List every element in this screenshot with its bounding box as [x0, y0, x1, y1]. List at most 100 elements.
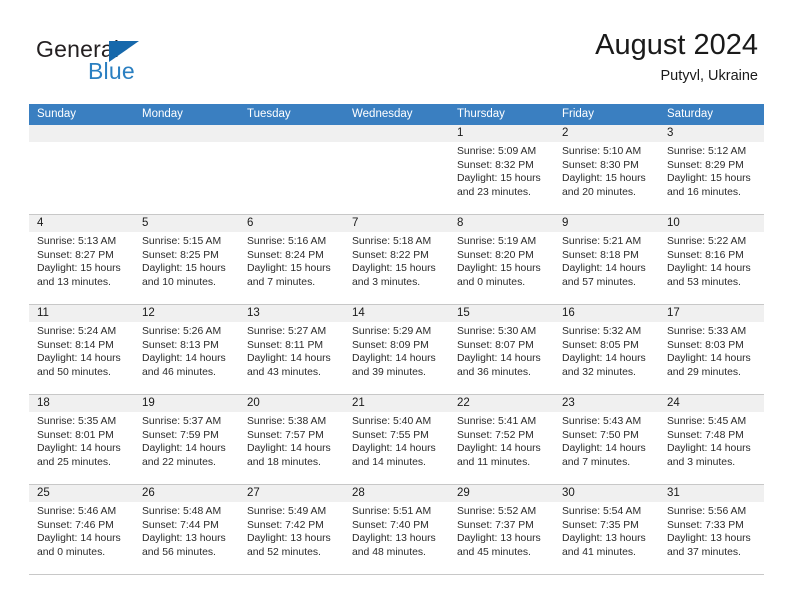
day-detail-line: Sunrise: 5:40 AM: [352, 416, 432, 427]
day-cell-30[interactable]: 30 Sunrise: 5:54 AM Sunset: 7:35 PM Dayligh…: [554, 485, 659, 574]
day-details: Sunrise: 5:09 AM Sunset: 8:32 PM Daylight:…: [449, 142, 554, 199]
day-number: 15: [449, 305, 554, 322]
day-cell-17[interactable]: 17 Sunrise: 5:33 AM Sunset: 8:03 PM Dayligh…: [659, 305, 764, 394]
weekday-header-row: Sunday Monday Tuesday Wednesday Thursday Frid…: [29, 104, 764, 125]
day-detail-line: Sunrise: 5:46 AM: [37, 506, 117, 517]
day-cell-6[interactable]: 6 Sunrise: 5:16 AM Sunset: 8:24 PM Daylight…: [239, 215, 344, 304]
day-cell-31[interactable]: 31 Sunrise: 5:56 AM Sunset: 7:33 PM Dayligh…: [659, 485, 764, 574]
day-detail-line: Daylight: 14 hours: [37, 443, 121, 455]
day-detail-line: Sunset: 8:03 PM: [667, 339, 744, 351]
day-cell-25[interactable]: 25 Sunrise: 5:46 AM Sunset: 7:46 PM Dayligh…: [29, 485, 134, 574]
weekday-header-saturday: Saturday: [667, 108, 714, 120]
day-cell-13[interactable]: 13 Sunrise: 5:27 AM Sunset: 8:11 PM Dayligh…: [239, 305, 344, 394]
day-detail-line: Daylight: 13 hours: [247, 533, 331, 545]
day-details: Sunrise: 5:29 AM Sunset: 8:09 PM Daylight:…: [344, 322, 449, 379]
day-number: 10: [659, 215, 764, 232]
day-detail-line: Daylight: 14 hours: [457, 353, 541, 365]
day-detail-line: and 50 minutes.: [37, 366, 111, 378]
day-cell-20[interactable]: 20 Sunrise: 5:38 AM Sunset: 7:57 PM Dayligh…: [239, 395, 344, 484]
day-detail-line: Sunrise: 5:54 AM: [562, 506, 642, 517]
day-detail-line: Sunset: 7:42 PM: [247, 519, 324, 531]
day-details: Sunrise: 5:41 AM Sunset: 7:52 PM Daylight:…: [449, 412, 554, 469]
page-title: August 2024: [595, 29, 758, 61]
day-detail-line: and 37 minutes.: [667, 546, 741, 558]
day-cell-19[interactable]: 19 Sunrise: 5:37 AM Sunset: 7:59 PM Dayligh…: [134, 395, 239, 484]
day-detail-line: Daylight: 15 hours: [457, 263, 541, 275]
day-detail-line: Sunrise: 5:33 AM: [667, 326, 747, 337]
day-detail-line: Sunset: 7:44 PM: [142, 519, 219, 531]
day-cell-29[interactable]: 29 Sunrise: 5:52 AM Sunset: 7:37 PM Dayligh…: [449, 485, 554, 574]
day-detail-line: Daylight: 14 hours: [247, 443, 331, 455]
day-detail-line: Sunset: 8:01 PM: [37, 429, 114, 441]
day-detail-line: Sunset: 8:11 PM: [247, 339, 324, 351]
day-cell-4[interactable]: 4 Sunrise: 5:13 AM Sunset: 8:27 PM Daylight…: [29, 215, 134, 304]
day-detail-line: and 48 minutes.: [352, 546, 426, 558]
calendar-week-row: 1 Sunrise: 5:09 AM Sunset: 8:32 PM Daylight…: [29, 125, 764, 215]
day-number: 23: [554, 395, 659, 412]
day-detail-line: and 53 minutes.: [667, 276, 741, 288]
day-number: 16: [554, 305, 659, 322]
day-cell-14[interactable]: 14 Sunrise: 5:29 AM Sunset: 8:09 PM Dayligh…: [344, 305, 449, 394]
day-detail-line: Daylight: 15 hours: [457, 173, 541, 185]
day-cell-empty: [29, 125, 134, 214]
day-number: 7: [344, 215, 449, 232]
day-detail-line: and 57 minutes.: [562, 276, 636, 288]
day-cell-26[interactable]: 26 Sunrise: 5:48 AM Sunset: 7:44 PM Dayligh…: [134, 485, 239, 574]
day-details: Sunrise: 5:51 AM Sunset: 7:40 PM Daylight:…: [344, 502, 449, 559]
day-detail-line: Sunset: 8:27 PM: [37, 249, 114, 261]
day-detail-line: Daylight: 14 hours: [247, 353, 331, 365]
day-detail-line: Sunset: 8:07 PM: [457, 339, 534, 351]
calendar-week-row: 4 Sunrise: 5:13 AM Sunset: 8:27 PM Daylight…: [29, 215, 764, 305]
day-detail-line: Sunrise: 5:35 AM: [37, 416, 117, 427]
day-details: Sunrise: 5:40 AM Sunset: 7:55 PM Daylight:…: [344, 412, 449, 469]
day-details: Sunrise: 5:35 AM Sunset: 8:01 PM Daylight:…: [29, 412, 134, 469]
day-detail-line: and 18 minutes.: [247, 456, 321, 468]
day-cell-empty: [344, 125, 449, 214]
day-detail-line: Daylight: 14 hours: [352, 353, 436, 365]
day-number: 12: [134, 305, 239, 322]
day-cell-18[interactable]: 18 Sunrise: 5:35 AM Sunset: 8:01 PM Dayligh…: [29, 395, 134, 484]
day-detail-line: Sunrise: 5:37 AM: [142, 416, 222, 427]
day-cell-28[interactable]: 28 Sunrise: 5:51 AM Sunset: 7:40 PM Dayligh…: [344, 485, 449, 574]
day-detail-line: Sunrise: 5:26 AM: [142, 326, 222, 337]
day-cell-24[interactable]: 24 Sunrise: 5:45 AM Sunset: 7:48 PM Dayligh…: [659, 395, 764, 484]
day-cell-27[interactable]: 27 Sunrise: 5:49 AM Sunset: 7:42 PM Dayligh…: [239, 485, 344, 574]
day-detail-line: Sunset: 8:05 PM: [562, 339, 639, 351]
day-number: 29: [449, 485, 554, 502]
day-detail-line: Daylight: 15 hours: [247, 263, 331, 275]
day-cell-16[interactable]: 16 Sunrise: 5:32 AM Sunset: 8:05 PM Dayligh…: [554, 305, 659, 394]
day-cell-23[interactable]: 23 Sunrise: 5:43 AM Sunset: 7:50 PM Dayligh…: [554, 395, 659, 484]
day-detail-line: Sunset: 7:33 PM: [667, 519, 744, 531]
day-details: [29, 142, 134, 145]
day-cell-5[interactable]: 5 Sunrise: 5:15 AM Sunset: 8:25 PM Daylight…: [134, 215, 239, 304]
day-number: 14: [344, 305, 449, 322]
day-cell-22[interactable]: 22 Sunrise: 5:41 AM Sunset: 7:52 PM Dayligh…: [449, 395, 554, 484]
day-cell-9[interactable]: 9 Sunrise: 5:21 AM Sunset: 8:18 PM Daylight…: [554, 215, 659, 304]
day-detail-line: Sunrise: 5:30 AM: [457, 326, 537, 337]
day-detail-line: and 7 minutes.: [562, 456, 631, 468]
day-details: Sunrise: 5:49 AM Sunset: 7:42 PM Daylight:…: [239, 502, 344, 559]
day-number: 21: [344, 395, 449, 412]
day-detail-line: Sunset: 7:50 PM: [562, 429, 639, 441]
day-cell-21[interactable]: 21 Sunrise: 5:40 AM Sunset: 7:55 PM Dayligh…: [344, 395, 449, 484]
day-cell-7[interactable]: 7 Sunrise: 5:18 AM Sunset: 8:22 PM Daylight…: [344, 215, 449, 304]
day-detail-line: Sunrise: 5:56 AM: [667, 506, 747, 517]
day-detail-line: Sunrise: 5:16 AM: [247, 236, 327, 247]
day-number: [239, 125, 344, 142]
day-cell-8[interactable]: 8 Sunrise: 5:19 AM Sunset: 8:20 PM Daylight…: [449, 215, 554, 304]
day-detail-line: Sunset: 8:09 PM: [352, 339, 429, 351]
day-detail-line: Sunrise: 5:12 AM: [667, 146, 747, 157]
general-blue-logo[interactable]: General Blue: [36, 36, 216, 92]
day-detail-line: and 32 minutes.: [562, 366, 636, 378]
day-details: Sunrise: 5:43 AM Sunset: 7:50 PM Daylight:…: [554, 412, 659, 469]
day-detail-line: Sunset: 7:35 PM: [562, 519, 639, 531]
day-number: 30: [554, 485, 659, 502]
day-cell-15[interactable]: 15 Sunrise: 5:30 AM Sunset: 8:07 PM Dayligh…: [449, 305, 554, 394]
day-cell-12[interactable]: 12 Sunrise: 5:26 AM Sunset: 8:13 PM Dayligh…: [134, 305, 239, 394]
day-cell-3[interactable]: 3 Sunrise: 5:12 AM Sunset: 8:29 PM Daylight…: [659, 125, 764, 214]
day-cell-10[interactable]: 10 Sunrise: 5:22 AM Sunset: 8:16 PM Dayligh…: [659, 215, 764, 304]
day-detail-line: Sunrise: 5:38 AM: [247, 416, 327, 427]
day-cell-11[interactable]: 11 Sunrise: 5:24 AM Sunset: 8:14 PM Dayligh…: [29, 305, 134, 394]
day-cell-1[interactable]: 1 Sunrise: 5:09 AM Sunset: 8:32 PM Daylight…: [449, 125, 554, 214]
day-cell-2[interactable]: 2 Sunrise: 5:10 AM Sunset: 8:30 PM Daylight…: [554, 125, 659, 214]
